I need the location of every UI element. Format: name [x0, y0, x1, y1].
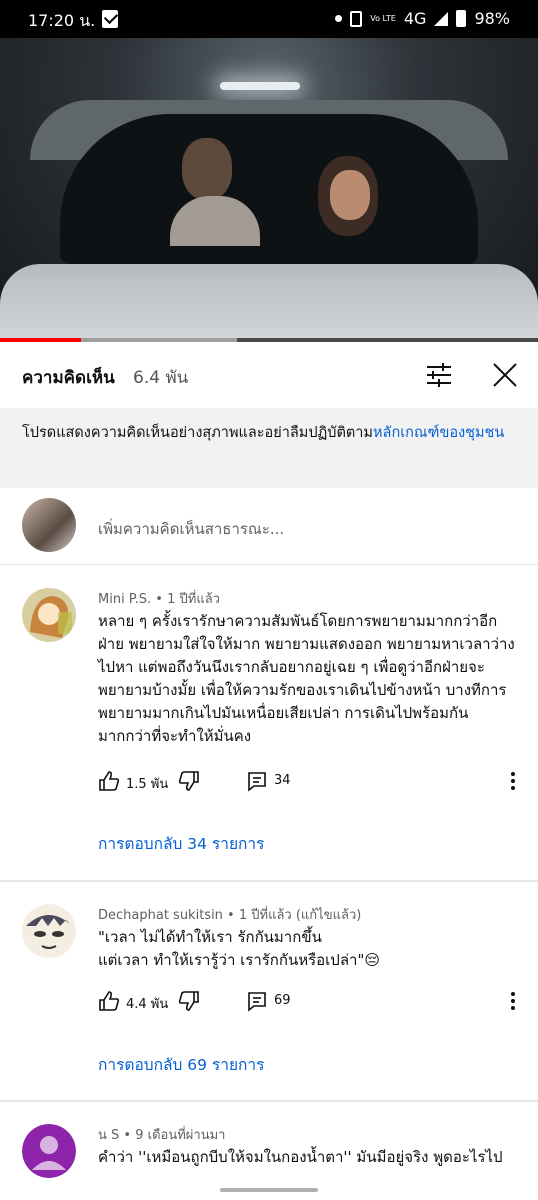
comments-count: 6.4 พัน — [133, 368, 189, 388]
guidelines-link[interactable]: หลักเกณฑ์ของชุมชน — [373, 425, 504, 441]
like-icon[interactable] — [98, 990, 120, 1012]
comment-time: 1 ปีที่แล้ว (แก้ไขแล้ว) — [238, 908, 362, 923]
vibrate-icon — [350, 10, 363, 27]
comment-text: คำว่า ''เหมือนถูกบีบให้จมในกองน้ำตา'' มั… — [98, 1148, 503, 1166]
comment-item: Dechaphat sukitsin • 1 ปีที่แล้ว (แก้ไขแ… — [0, 882, 538, 1100]
reply-count: 69 — [274, 993, 291, 1008]
notification-icon — [102, 10, 118, 28]
commenter-avatar[interactable] — [22, 588, 76, 642]
comment-text: "เวลา ไม่ได้ทำให้เรา รักกันมากขึ้น แต่เว… — [98, 928, 380, 969]
comments-title: ความคิดเห็น — [22, 368, 115, 388]
video-player[interactable] — [0, 38, 538, 338]
reply-icon[interactable] — [246, 990, 268, 1012]
comment-meta: Mini P.S. • 1 ปีที่แล้ว — [98, 592, 220, 607]
comment-actions: 4.4 พัน 69 — [98, 990, 528, 1014]
home-gesture-handle[interactable] — [220, 1188, 318, 1192]
commenter-avatar[interactable] — [22, 904, 76, 958]
view-replies-link[interactable]: การตอบกลับ 69 รายการ — [98, 1052, 264, 1077]
community-guidelines-notice: โปรดแสดงความคิดเห็นอย่างสุภาพและอย่าลืมป… — [0, 408, 538, 488]
comments-header: ความคิดเห็น 6.4 พัน — [0, 342, 538, 408]
video-frame-lamp — [220, 82, 300, 90]
battery-icon — [456, 10, 467, 27]
video-frame-person-driver — [170, 138, 260, 248]
comment-time: 1 ปีที่แล้ว — [167, 592, 220, 607]
more-icon[interactable] — [502, 990, 524, 1012]
user-avatar — [22, 498, 76, 552]
close-icon[interactable] — [490, 360, 520, 390]
video-frame-windshield — [60, 114, 478, 264]
dislike-icon[interactable] — [178, 770, 200, 792]
clock: 17:20 น. — [28, 11, 96, 30]
comment-meta: น S • 9 เดือนที่ผ่านมา — [98, 1128, 226, 1143]
more-icon[interactable] — [502, 770, 524, 792]
add-comment-row[interactable]: เพิ่มความคิดเห็นสาธารณะ... — [0, 488, 538, 565]
status-bar: 17:20 น. Vo LTE 4G 98% — [0, 0, 538, 38]
filter-icon[interactable] — [424, 360, 454, 390]
comment-meta: Dechaphat sukitsin • 1 ปีที่แล้ว (แก้ไขแ… — [98, 908, 362, 923]
guidelines-text: โปรดแสดงความคิดเห็นอย่างสุภาพและอย่าลืมป… — [22, 425, 373, 441]
dot-icon — [335, 15, 343, 22]
battery-level: 98% — [474, 9, 510, 28]
commenter-avatar[interactable] — [22, 1124, 76, 1178]
comment-item: น S • 9 เดือนที่ผ่านมา คำว่า ''เหมือนถูก… — [0, 1102, 538, 1200]
reply-icon[interactable] — [246, 770, 268, 792]
video-frame-person-passenger — [310, 156, 390, 246]
like-count: 1.5 พัน — [126, 777, 169, 792]
comment-author[interactable]: น S — [98, 1128, 119, 1143]
like-icon[interactable] — [98, 770, 120, 792]
comment-author[interactable]: Mini P.S. — [98, 592, 151, 607]
view-replies-link[interactable]: การตอบกลับ 34 รายการ — [98, 831, 264, 856]
comment-author[interactable]: Dechaphat sukitsin — [98, 908, 223, 923]
reply-count: 34 — [274, 773, 291, 788]
comment-time: 9 เดือนที่ผ่านมา — [135, 1128, 226, 1143]
signal-icon — [434, 11, 449, 26]
add-comment-input[interactable]: เพิ่มความคิดเห็นสาธารณะ... — [98, 517, 284, 541]
comment-actions: 1.5 พัน 34 — [98, 770, 528, 794]
like-count: 4.4 พัน — [126, 997, 169, 1012]
dislike-icon[interactable] — [178, 990, 200, 1012]
network-label: 4G — [403, 9, 427, 28]
comment-text: หลาย ๆ ครั้งเรารักษาความสัมพันธ์โดยการพย… — [98, 612, 515, 745]
comment-item: Mini P.S. • 1 ปีที่แล้ว หลาย ๆ ครั้งเราร… — [0, 566, 538, 880]
volte-label: Vo LTE — [370, 13, 396, 23]
video-frame-hood — [0, 264, 538, 338]
